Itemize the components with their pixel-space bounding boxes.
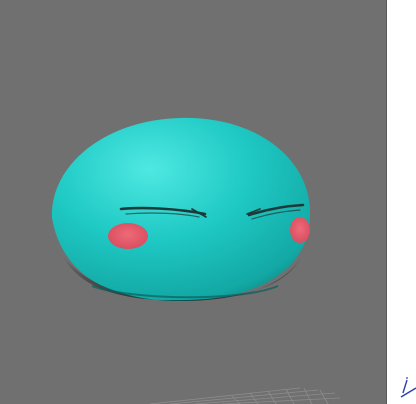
slime-model[interactable] xyxy=(51,117,311,302)
left-cheek-blush xyxy=(108,223,148,249)
partial-axis-gizmo-icon xyxy=(400,377,416,398)
side-panel xyxy=(387,0,416,404)
3d-viewport[interactable] xyxy=(0,0,386,404)
viewport-canvas[interactable] xyxy=(0,0,386,404)
ground-grid xyxy=(149,387,341,404)
right-cheek-blush xyxy=(290,217,310,243)
modeling-app-window xyxy=(0,0,416,404)
